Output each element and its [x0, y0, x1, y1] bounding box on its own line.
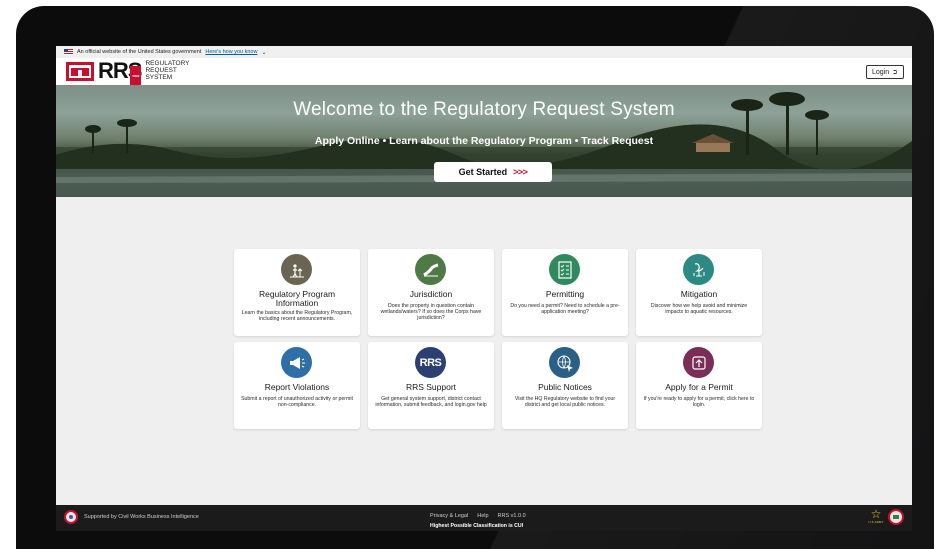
- version-text: RRS v1.0.0: [497, 513, 526, 519]
- heron-icon: [683, 254, 714, 285]
- card-description: Discover how we help avoid and minimize …: [650, 303, 748, 315]
- triple-chevron-icon: >>>: [513, 167, 528, 177]
- card-permitting[interactable]: Permitting Do you need a permit? Need to…: [502, 249, 628, 336]
- card-description: If you're ready to apply for a permit, c…: [643, 396, 755, 408]
- logo-subtitle: REGULATORY REQUEST SYSTEM: [145, 60, 190, 81]
- site-header: RRS WEB REGULATORY REQUEST SYSTEM Login …: [56, 58, 912, 87]
- engineer-castle-seal-icon: [888, 509, 904, 525]
- login-label: Login: [871, 68, 890, 76]
- card-report-violations[interactable]: Report Violations Submit a report of una…: [234, 342, 360, 429]
- login-button[interactable]: Login ➲: [865, 65, 904, 79]
- card-description: Visit the HQ Regulatory website to find …: [514, 396, 616, 408]
- rrs-badge: WEB: [130, 66, 142, 87]
- card-apply-permit[interactable]: Apply for a Permit If you're ready to ap…: [636, 342, 762, 429]
- site-footer: Supported by Civil Works Business Intell…: [56, 505, 912, 531]
- footer-links: Privacy & Legal Help RRS v1.0.0: [430, 513, 526, 519]
- us-army-star-icon: ☆ U.S.ARMY: [868, 507, 884, 524]
- card-jurisdiction[interactable]: Jurisdiction Does the property in questi…: [368, 249, 494, 336]
- card-title: Apply for a Permit: [665, 382, 733, 392]
- globe-cursor-icon: [549, 347, 580, 378]
- card-title: Regulatory Program Information: [258, 289, 336, 308]
- army-label: U.S.ARMY: [868, 520, 884, 524]
- privacy-legal-link[interactable]: Privacy & Legal: [430, 513, 468, 519]
- card-title: Public Notices: [538, 382, 592, 392]
- card-description: Get general system support, district con…: [375, 396, 487, 408]
- footer-logos: ☆ U.S.ARMY: [868, 507, 904, 525]
- get-started-label: Get Started: [458, 167, 508, 177]
- card-public-notices[interactable]: Public Notices Visit the HQ Regulatory w…: [502, 342, 628, 429]
- us-flag-icon: [64, 49, 73, 55]
- gov-banner: An official website of the United States…: [56, 46, 912, 58]
- rrs-logo-icon: RRS: [415, 347, 446, 378]
- card-title: Report Violations: [264, 382, 330, 392]
- laptop-bezel: An official website of the United States…: [16, 6, 934, 549]
- card-title: Jurisdiction: [409, 289, 453, 299]
- card-mitigation[interactable]: Mitigation Discover how we help avoid an…: [636, 249, 762, 336]
- card-description: Learn the basics about the Regulatory Pr…: [241, 310, 353, 322]
- card-description: Do you need a permit? Need to schedule a…: [510, 303, 620, 315]
- card-title: RRS Support: [405, 382, 457, 392]
- sign-in-icon: ➲: [892, 69, 898, 76]
- hero-banner: Welcome to the Regulatory Request System…: [56, 85, 912, 197]
- wetland-person-icon: [281, 254, 312, 285]
- rrs-wordmark: RRS WEB: [98, 60, 142, 87]
- rrs-logo[interactable]: RRS WEB REGULATORY REQUEST SYSTEM: [66, 60, 190, 87]
- chevron-down-icon[interactable]: ⌄: [261, 49, 266, 56]
- gov-banner-text: An official website of the United States…: [77, 49, 202, 55]
- heres-how-you-know-link[interactable]: Here's how you know: [205, 49, 257, 55]
- supported-by-text: Supported by Civil Works Business Intell…: [84, 514, 199, 520]
- card-title: Mitigation: [680, 289, 718, 299]
- hero-title: Welcome to the Regulatory Request System: [293, 99, 675, 120]
- get-started-button[interactable]: Get Started >>>: [434, 162, 552, 182]
- card-title: Permitting: [545, 289, 585, 299]
- classification-text: Highest Possible Classification is CUI: [430, 523, 524, 529]
- river-icon: [415, 254, 446, 285]
- footer-support: Supported by Civil Works Business Intell…: [64, 510, 199, 524]
- hero-tagline: Apply Online • Learn about the Regulator…: [314, 135, 654, 147]
- card-description: Does the property in question contain we…: [380, 303, 482, 321]
- card-description: Submit a report of unauthorized activity…: [241, 396, 353, 408]
- megaphone-icon: [281, 347, 312, 378]
- help-link[interactable]: Help: [477, 513, 488, 519]
- usace-castle-icon: [66, 61, 94, 81]
- upload-box-icon: [683, 347, 714, 378]
- card-regulatory-program[interactable]: Regulatory Program Information Learn the…: [234, 249, 360, 336]
- card-rrs-support[interactable]: RRS RRS Support Get general system suppo…: [368, 342, 494, 429]
- usace-seal-icon: [64, 510, 78, 524]
- browser-viewport: An official website of the United States…: [56, 46, 912, 531]
- checklist-icon: [549, 254, 580, 285]
